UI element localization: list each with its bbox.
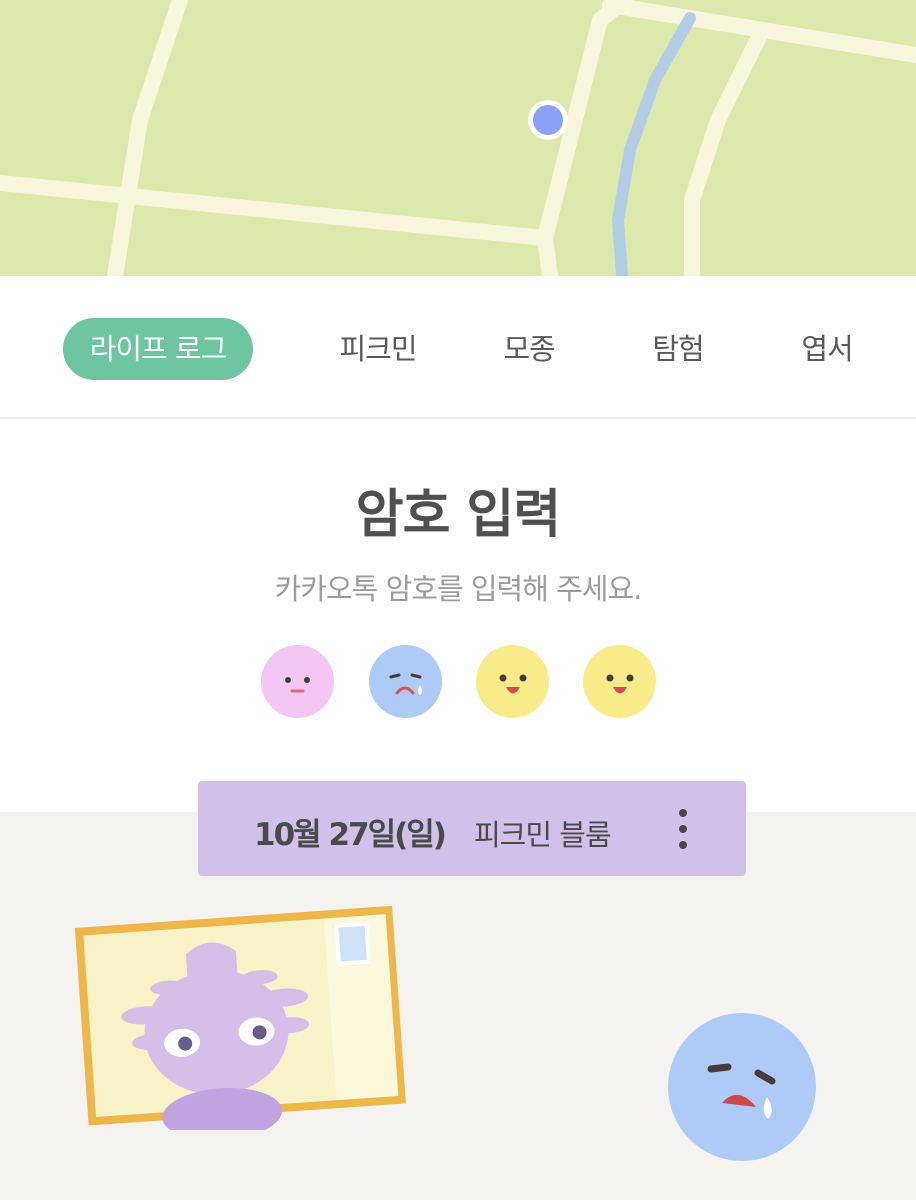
log-date: 10월 27일(일)	[254, 817, 447, 853]
tab-explore[interactable]: 탐험	[633, 318, 723, 380]
passcode-subtitle: 카카오톡 암호를 입력해 주세요.	[274, 572, 643, 606]
happy-face-icon	[583, 645, 656, 718]
postcard-thumbnail[interactable]	[70, 890, 430, 1141]
current-location-icon	[533, 105, 563, 135]
passcode-title: 암호 입력	[355, 485, 561, 545]
crying-face-icon	[369, 645, 442, 718]
map-view[interactable]	[0, 0, 916, 276]
map-roads	[0, 0, 916, 276]
tab-seedling[interactable]: 모종	[484, 318, 574, 380]
passcode-dots	[0, 645, 916, 720]
tab-life-log[interactable]: 라이프 로그	[63, 318, 253, 380]
neutral-face-icon	[261, 645, 334, 718]
crying-face-icon	[666, 1011, 818, 1163]
happy-face-icon	[476, 645, 549, 718]
tab-bar: 라이프 로그 피크민 모종 탐험 엽서	[0, 276, 916, 419]
tab-pikmin[interactable]: 피크민	[323, 318, 433, 380]
more-options-icon[interactable]	[668, 805, 698, 855]
tab-postcard[interactable]: 엽서	[782, 318, 872, 380]
log-date-banner: 10월 27일(일) 피크민 블룸	[198, 781, 746, 876]
log-label: 피크민 블룸	[474, 818, 612, 852]
